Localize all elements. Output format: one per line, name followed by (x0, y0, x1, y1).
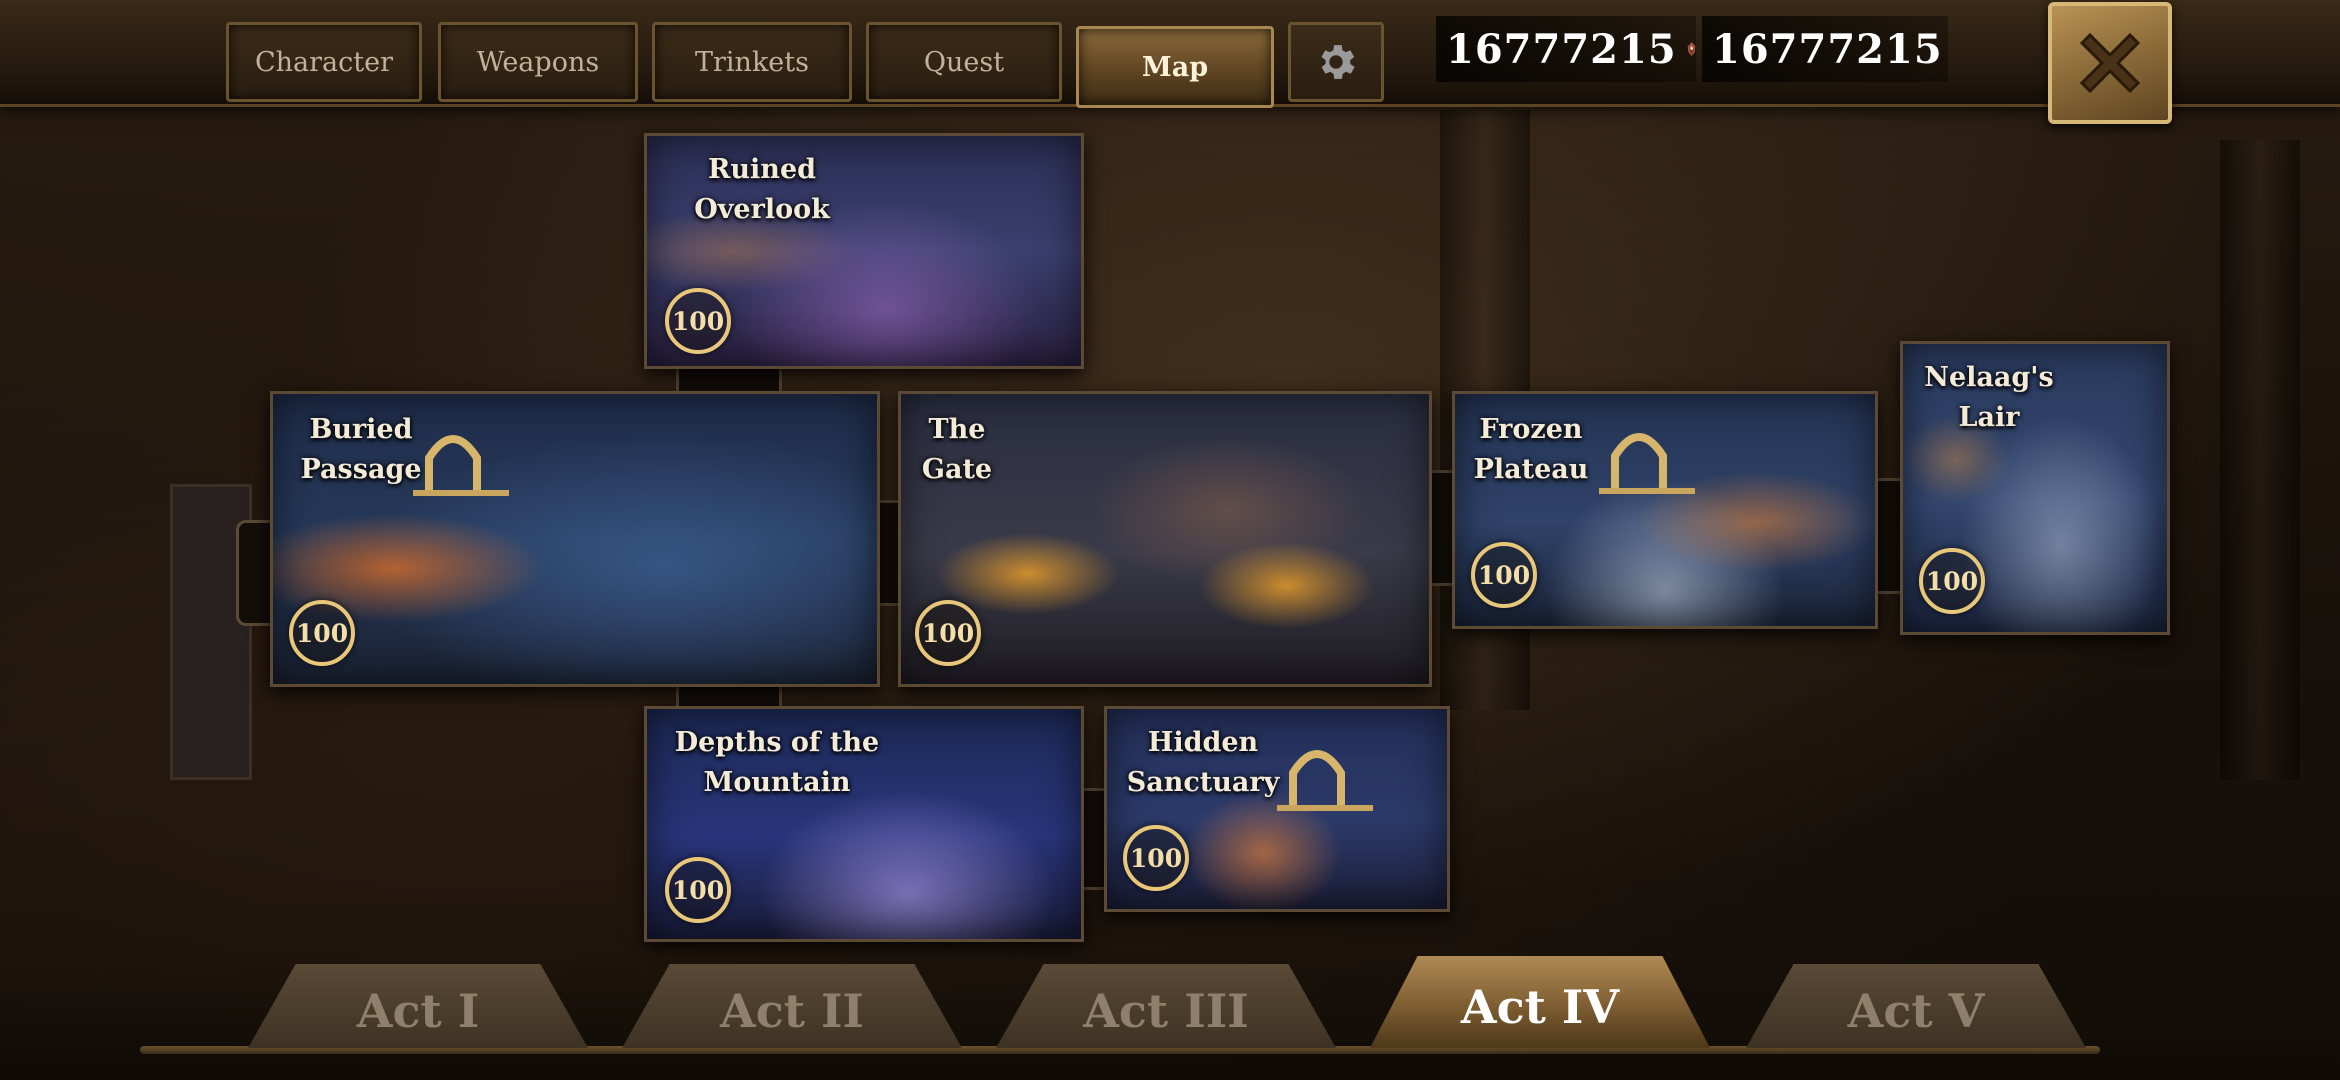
tab-character[interactable]: Character (226, 22, 422, 102)
tab-act-3[interactable]: Act III (996, 964, 1336, 1048)
location-name: Frozen Plateau (1473, 414, 1589, 485)
map-tile-frozen-plateau[interactable]: Frozen Plateau 100 (1452, 391, 1878, 629)
currency-secondary: 16777215 (1702, 16, 1948, 82)
completion-badge: 100 (1919, 548, 1985, 614)
map-tile-depths-of-the-mountain[interactable]: Depths of the Mountain 100 (644, 706, 1084, 942)
background-pillar (2220, 140, 2300, 780)
portal-arch-icon (1277, 750, 1373, 811)
currency-primary-amount: 16777215 (1446, 25, 1677, 73)
location-name: Ruined Overlook (694, 154, 830, 225)
portal-arch-icon (1599, 433, 1695, 494)
tab-quest[interactable]: Quest (866, 22, 1062, 102)
gear-icon (1321, 45, 1355, 79)
settings-button[interactable] (1288, 22, 1384, 102)
currency-secondary-amount: 16777215 (1712, 25, 1943, 73)
location-name: Depths of the Mountain (674, 727, 880, 798)
tab-act-4[interactable]: Act IV (1370, 956, 1710, 1048)
map-tile-hidden-sanctuary[interactable]: Hidden Sanctuary 100 (1104, 706, 1450, 912)
map-tile-nelaags-lair[interactable]: Nelaag's Lair 100 (1900, 341, 2170, 635)
tab-act-2[interactable]: Act II (622, 964, 962, 1048)
completion-badge: 100 (1123, 825, 1189, 891)
red-crystal-icon (1687, 42, 1695, 56)
map-tile-ruined-overlook[interactable]: Ruined Overlook 100 (644, 133, 1084, 369)
close-icon (2079, 32, 2141, 94)
tab-act-5[interactable]: Act V (1746, 964, 2086, 1048)
location-name: The Gate (921, 414, 993, 485)
completion-badge: 100 (915, 600, 981, 666)
map-tile-buried-passage[interactable]: Buried Passage 100 (270, 391, 880, 687)
portal-arch-icon (413, 435, 509, 496)
completion-badge: 100 (665, 288, 731, 354)
location-name: Nelaag's Lair (1924, 362, 2054, 433)
completion-badge: 100 (665, 857, 731, 923)
completion-badge: 100 (1471, 542, 1537, 608)
tab-map[interactable]: Map (1076, 26, 1274, 108)
close-button[interactable] (2048, 2, 2172, 124)
tab-weapons[interactable]: Weapons (438, 22, 638, 102)
currency-primary: 16777215 (1436, 16, 1696, 82)
tab-trinkets[interactable]: Trinkets (652, 22, 852, 102)
tab-act-1[interactable]: Act I (248, 964, 588, 1048)
top-bar: Character Weapons Trinkets Quest Map 167… (0, 0, 2340, 124)
completion-badge: 100 (289, 600, 355, 666)
map-tile-the-gate[interactable]: The Gate 100 (898, 391, 1432, 687)
